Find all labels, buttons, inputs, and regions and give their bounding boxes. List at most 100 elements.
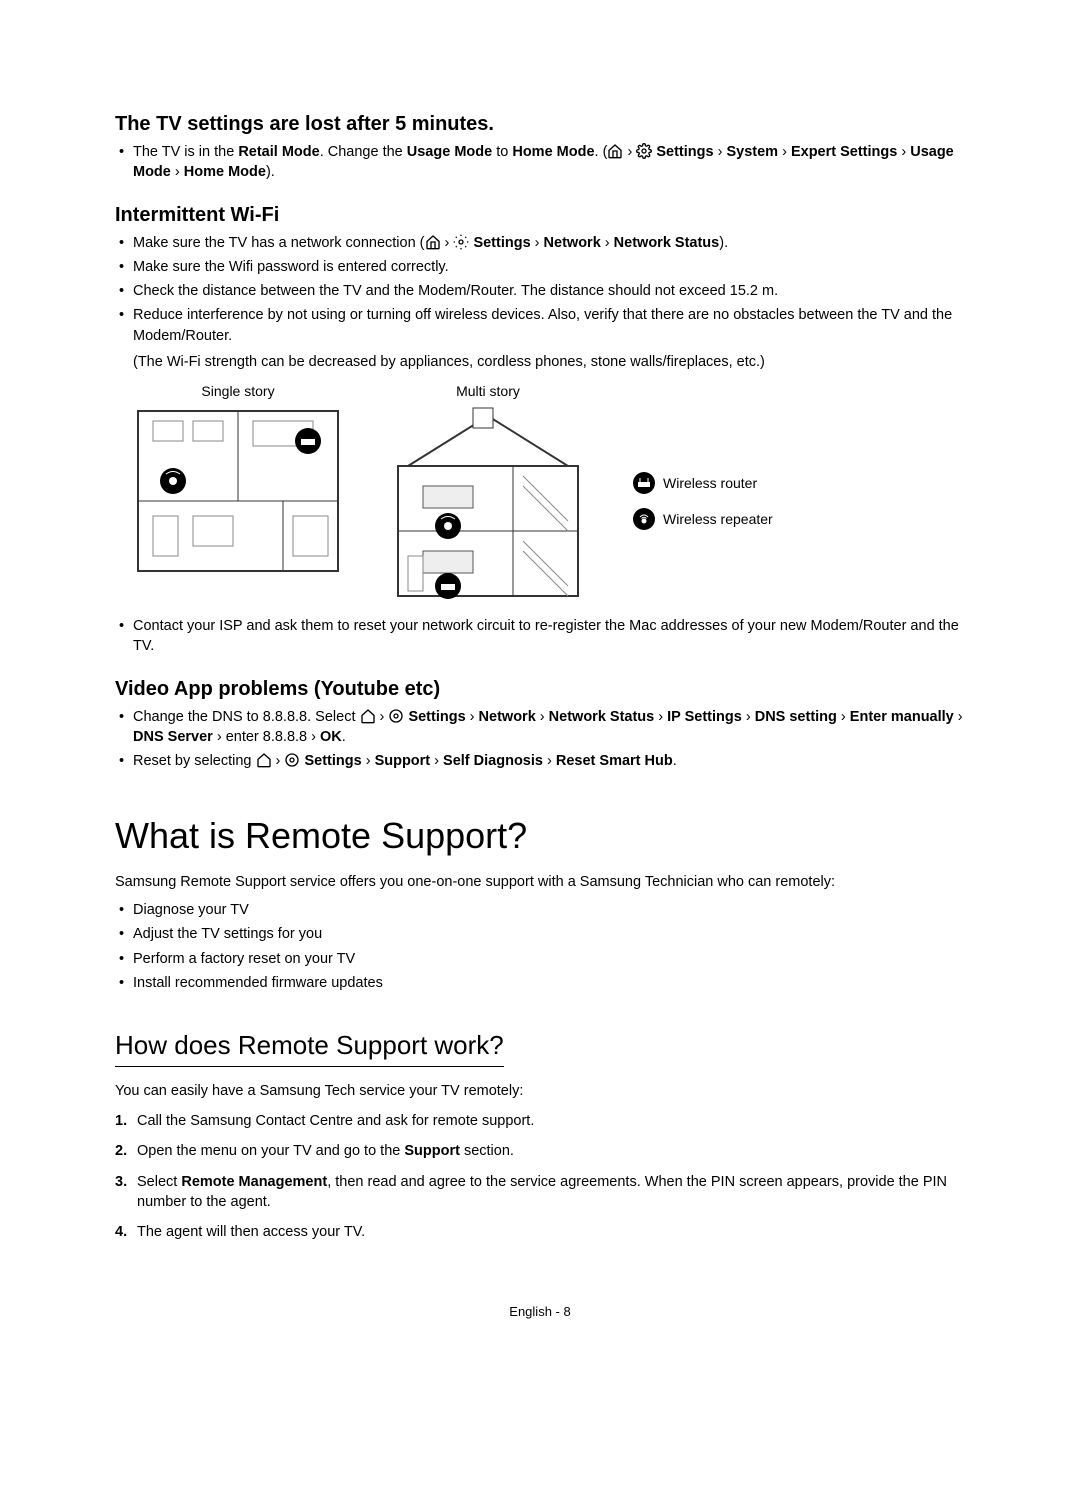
nav-text: Network Status xyxy=(549,709,655,725)
list-item: Make sure the TV has a network connectio… xyxy=(115,233,965,253)
list-item: Select Remote Management, then read and … xyxy=(115,1172,965,1213)
repeater-icon xyxy=(633,508,655,530)
text: Open the menu on your TV and go to the xyxy=(137,1143,404,1159)
text: Change the DNS to 8.8.8.8. Select xyxy=(133,709,360,725)
bullets-wifi: Make sure the TV has a network connectio… xyxy=(115,233,965,373)
nav-text: DNS setting xyxy=(755,709,837,725)
nav-text: Reset Smart Hub xyxy=(556,753,673,769)
steps-how-works: Call the Samsung Contact Centre and ask … xyxy=(115,1111,965,1242)
diagram-label: Single story xyxy=(201,382,274,402)
bullets-video: Change the DNS to 8.8.8.8. Select › Sett… xyxy=(115,707,965,772)
nav-text: Network xyxy=(544,235,601,251)
bold-text: Usage Mode xyxy=(407,144,492,160)
list-item: Install recommended firmware updates xyxy=(115,973,965,993)
separator: › xyxy=(175,164,180,180)
separator: › xyxy=(276,753,281,769)
text: The TV is in the xyxy=(133,144,238,160)
nav-text: Settings xyxy=(304,753,361,769)
diagram-row: Single story xyxy=(133,382,965,606)
section-video-app: Video App problems (Youtube etc) Change … xyxy=(115,675,965,772)
separator: › xyxy=(547,753,552,769)
text: ). xyxy=(719,235,728,251)
nav-text: IP Settings xyxy=(667,709,742,725)
bullets-wifi-2: Contact your ISP and ask them to reset y… xyxy=(115,616,965,657)
separator: › xyxy=(658,709,663,725)
list-item: Change the DNS to 8.8.8.8. Select › Sett… xyxy=(115,707,965,748)
nav-text: Settings xyxy=(656,144,713,160)
separator: › xyxy=(782,144,787,160)
intro-remote-support: Samsung Remote Support service offers yo… xyxy=(115,872,965,892)
nav-text: Enter manually xyxy=(850,709,954,725)
separator: › xyxy=(445,235,450,251)
separator: › xyxy=(434,753,439,769)
separator: › xyxy=(540,709,545,725)
gear-icon xyxy=(388,708,404,724)
intro-how-works: You can easily have a Samsung Tech servi… xyxy=(115,1081,965,1101)
nav-text: Settings xyxy=(408,709,465,725)
list-item: The TV is in the Retail Mode. Change the… xyxy=(115,142,965,183)
bold-text: Support xyxy=(404,1143,460,1159)
list-item: Adjust the TV settings for you xyxy=(115,924,965,944)
text: Select xyxy=(137,1174,181,1190)
gear-icon xyxy=(284,752,300,768)
text: . ( xyxy=(595,144,608,160)
text: Reset by selecting xyxy=(133,753,256,769)
bold-text: Remote Management xyxy=(181,1174,327,1190)
home-icon xyxy=(256,752,272,768)
separator: › xyxy=(901,144,906,160)
home-icon xyxy=(607,143,623,159)
gear-icon xyxy=(636,143,652,159)
list-item: Contact your ISP and ask them to reset y… xyxy=(115,616,965,657)
separator: › xyxy=(958,709,963,725)
nav-text: Self Diagnosis xyxy=(443,753,543,769)
gear-icon xyxy=(453,234,469,250)
legend-label: Wireless router xyxy=(663,474,757,494)
nav-text: System xyxy=(726,144,778,160)
bold-text: Home Mode xyxy=(512,144,594,160)
separator: › xyxy=(841,709,846,725)
text: Make sure the TV has a network connectio… xyxy=(133,235,425,251)
separator: › xyxy=(470,709,475,725)
nav-text: Expert Settings xyxy=(791,144,897,160)
separator: › xyxy=(718,144,723,160)
legend-repeater: Wireless repeater xyxy=(633,508,773,530)
separator: › xyxy=(311,729,316,745)
router-icon xyxy=(633,472,655,494)
legend: Wireless router Wireless repeater xyxy=(633,472,773,530)
separator: › xyxy=(380,709,385,725)
text: to xyxy=(492,144,512,160)
bold-text: Retail Mode xyxy=(238,144,319,160)
text: ). xyxy=(266,164,275,180)
separator: › xyxy=(746,709,751,725)
nav-text: OK xyxy=(320,729,342,745)
section-intermittent-wifi: Intermittent Wi-Fi Make sure the TV has … xyxy=(115,201,965,657)
legend-router: Wireless router xyxy=(633,472,773,494)
list-item: Make sure the Wifi password is entered c… xyxy=(115,257,965,277)
heading-settings-lost: The TV settings are lost after 5 minutes… xyxy=(115,110,965,138)
heading-wifi: Intermittent Wi-Fi xyxy=(115,201,965,229)
text: enter 8.8.8.8 xyxy=(222,729,311,745)
bullets-settings-lost: The TV is in the Retail Mode. Change the… xyxy=(115,142,965,183)
diagram-single-story: Single story xyxy=(133,382,343,576)
heading-remote-support: What is Remote Support? xyxy=(115,811,965,861)
list-item: Reset by selecting › Settings › Support … xyxy=(115,751,965,771)
list-item: Diagnose your TV xyxy=(115,900,965,920)
separator: › xyxy=(605,235,610,251)
diagram-multi-story: Multi story xyxy=(373,382,603,606)
bullets-remote: Diagnose your TV Adjust the TV settings … xyxy=(115,900,965,993)
list-item: Call the Samsung Contact Centre and ask … xyxy=(115,1111,965,1131)
list-item: Check the distance between the TV and th… xyxy=(115,281,965,301)
nav-text: Settings xyxy=(473,235,530,251)
legend-label: Wireless repeater xyxy=(663,510,773,530)
nav-text: Network Status xyxy=(614,235,720,251)
list-item: Reduce interference by not using or turn… xyxy=(115,305,965,372)
list-item: Open the menu on your TV and go to the S… xyxy=(115,1141,965,1161)
manual-page: The TV settings are lost after 5 minutes… xyxy=(0,0,1080,1381)
nav-text: Support xyxy=(375,753,431,769)
section-settings-lost: The TV settings are lost after 5 minutes… xyxy=(115,110,965,183)
heading-how-works: How does Remote Support work? xyxy=(115,1027,504,1066)
text: section. xyxy=(460,1143,514,1159)
floorplan-single-icon xyxy=(133,406,343,576)
list-item: The agent will then access your TV. xyxy=(115,1222,965,1242)
floorplan-multi-icon xyxy=(373,406,603,606)
